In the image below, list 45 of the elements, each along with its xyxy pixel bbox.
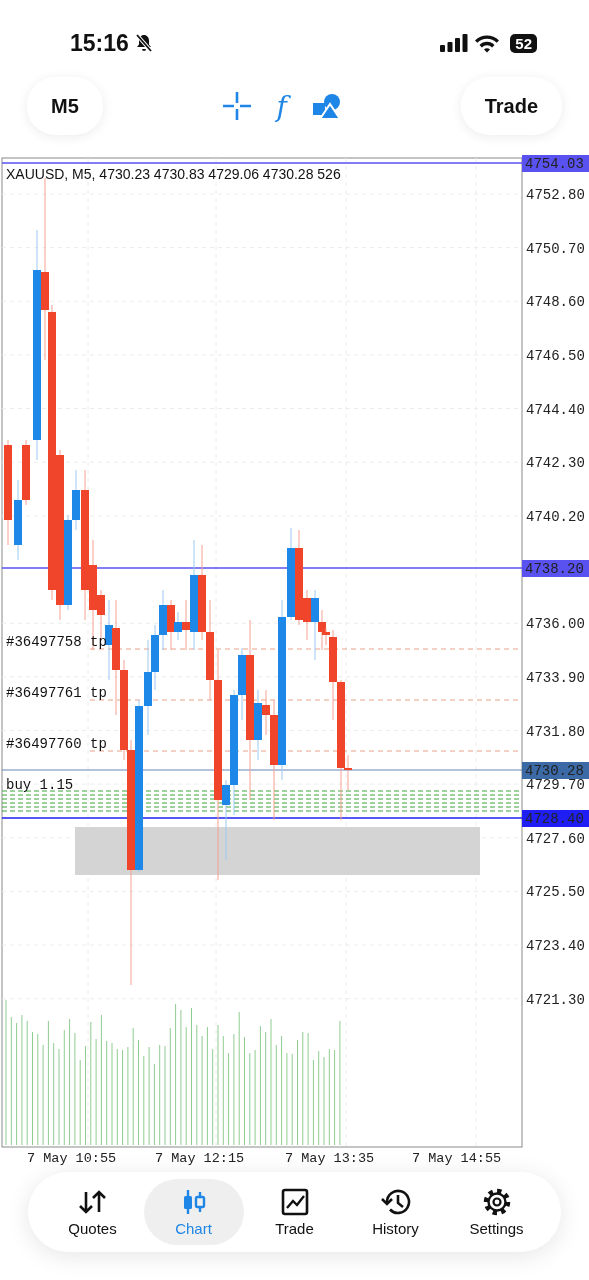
trade-button[interactable]: Trade	[460, 77, 562, 135]
order-label: #36497761 tp	[6, 685, 107, 701]
price-tick: 4723.40	[526, 938, 585, 955]
tab[interactable]: Settings	[446, 1179, 547, 1245]
time-label: 7 May 12:15	[155, 1151, 245, 1166]
tab[interactable]: Quotes	[42, 1179, 143, 1245]
tab[interactable]: Trade	[244, 1179, 345, 1245]
price-tick: 4748.60	[526, 294, 585, 311]
bell-muted-icon	[134, 33, 153, 53]
price-tag: 4738.20	[522, 560, 589, 577]
price-tick: 4731.80	[526, 723, 585, 740]
order-label: #36497758 tp	[6, 634, 107, 650]
history-icon	[380, 1187, 411, 1216]
price-tick: 4725.50	[526, 884, 585, 901]
price-tick: 4721.30	[526, 991, 585, 1008]
timeframe-button[interactable]: M5	[27, 77, 103, 135]
price-tick: 4750.70	[526, 240, 585, 257]
wifi-icon	[474, 33, 501, 53]
tab[interactable]: History	[345, 1179, 446, 1245]
status-time: 15:16	[70, 29, 129, 57]
price-tick: 4740.20	[526, 508, 585, 525]
position-label: buy 1.15	[6, 777, 74, 793]
price-tick: 4742.30	[526, 455, 585, 472]
order-label: #36497760 tp	[6, 736, 107, 752]
price-tick: 4752.80	[526, 187, 585, 203]
settings-icon	[482, 1187, 511, 1216]
price-tick: 4746.50	[526, 347, 585, 364]
signal-icon	[440, 34, 469, 52]
price-tick: 4727.60	[526, 830, 585, 847]
crosshair-icon[interactable]	[222, 92, 251, 120]
price-tag: 4728.40	[522, 810, 589, 827]
battery-indicator: 52	[510, 33, 537, 53]
shapes-icon[interactable]	[312, 93, 341, 119]
price-tag: 4730.28	[522, 762, 589, 779]
time-label: 7 May 14:55	[412, 1151, 502, 1166]
line-chart-icon	[280, 1187, 309, 1216]
candlestick-icon	[181, 1187, 206, 1216]
price-tick: 4733.90	[526, 669, 585, 686]
price-tick: 4736.00	[526, 616, 585, 633]
time-label: 7 May 10:55	[27, 1151, 117, 1166]
price-tick: 4744.40	[526, 401, 585, 418]
chart-info: XAUUSD, M5, 4730.23 4730.83 4729.06 4730.28 526	[6, 166, 341, 182]
time-label: 7 May 13:35	[285, 1151, 375, 1166]
price-tick: 4729.70	[526, 777, 585, 794]
price-tag: 4754.03	[522, 155, 589, 172]
